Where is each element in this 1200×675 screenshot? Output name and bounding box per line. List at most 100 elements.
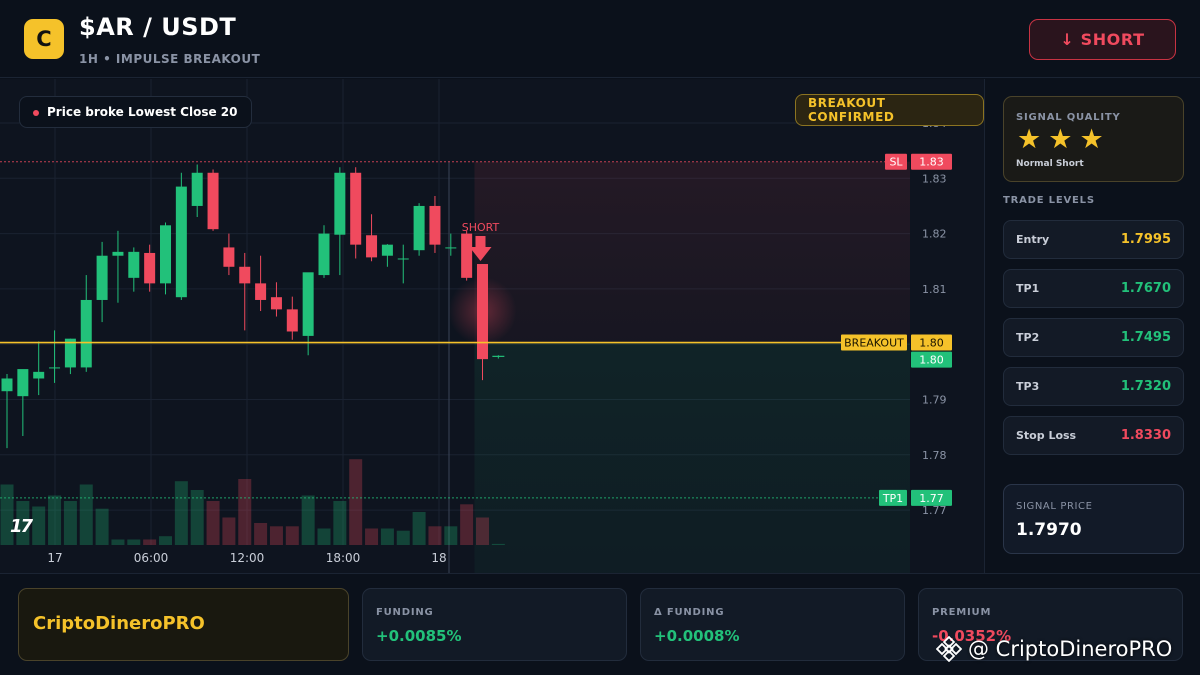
volume-bar — [95, 508, 109, 545]
candle-body — [112, 251, 124, 256]
alert-pill: Price broke Lowest Close 20 — [19, 96, 253, 128]
price-axis-label: 1.83 — [922, 172, 947, 185]
volume-bar — [491, 543, 505, 545]
candle-body — [350, 172, 362, 245]
metric-value: +0.0008% — [654, 627, 740, 645]
signal-price-title: SIGNAL PRICE — [1016, 501, 1093, 512]
signal-quality-label: Normal Short — [1016, 159, 1084, 169]
trade-level-name: Stop Loss — [1016, 429, 1077, 442]
time-axis-label: 18 — [431, 551, 446, 565]
price-axis-label: 1.82 — [922, 228, 947, 241]
time-axis-label: 06:00 — [134, 551, 169, 565]
volume-bar — [396, 530, 410, 545]
candle-body — [302, 272, 314, 336]
candle-body — [175, 186, 187, 298]
metric-card: Δ FUNDING +0.0008% — [640, 588, 905, 661]
price-axis-label: 1.77 — [922, 504, 947, 517]
tp1-tag: TP1 1.77 — [879, 489, 952, 506]
candle-body — [239, 266, 251, 284]
app-window: C $AR / USDT 1H • IMPULSE BREAKOUT ↓ SHO… — [0, 0, 1200, 675]
candle-body — [207, 172, 219, 230]
short-signal-button[interactable]: ↓ SHORT — [1029, 19, 1176, 60]
volume-bar — [238, 479, 252, 545]
candle-body — [255, 283, 267, 300]
metric-title: PREMIUM — [932, 607, 992, 618]
signal-price-card: SIGNAL PRICE 1.7970 — [1003, 484, 1184, 554]
tp1-tag-value: 1.77 — [919, 492, 944, 505]
volume-bar — [428, 526, 442, 545]
candle-body — [366, 235, 378, 258]
stop-loss-tag-value: 1.83 — [919, 156, 944, 169]
candle-body — [413, 205, 425, 251]
last-price-tag: 1.80 — [911, 351, 952, 368]
trade-level-row: Entry 1.7995 — [1003, 220, 1184, 259]
stop-loss-tag: SL 1.83 — [885, 153, 952, 170]
trade-level-value: 1.7320 — [1120, 379, 1171, 394]
volume-bar — [269, 526, 283, 545]
price-chart[interactable]: SHORT1.841.831.821.811.801.791.781.77SL1… — [0, 79, 985, 573]
signal-price-value: 1.7970 — [1016, 520, 1082, 540]
stop-loss-zone — [474, 161, 910, 343]
volume-bar — [412, 512, 426, 545]
trade-level-name: TP1 — [1016, 282, 1040, 295]
volume-bar — [365, 528, 379, 545]
binance-logo-icon — [936, 636, 962, 662]
time-axis-label: 17 — [47, 551, 62, 565]
candle-body — [223, 247, 235, 267]
volume-bar — [63, 501, 77, 545]
candle-body — [477, 264, 488, 360]
trade-level-row: TP2 1.7495 — [1003, 318, 1184, 357]
volume-bar — [476, 517, 489, 545]
trade-level-value: 1.7495 — [1120, 330, 1171, 345]
trade-level-name: TP2 — [1016, 331, 1040, 344]
candle-body — [286, 309, 298, 332]
tp1-tag-label: TP1 — [882, 492, 903, 505]
volume-bar — [174, 481, 188, 545]
volume-bar — [127, 539, 141, 545]
metric-value: +0.0085% — [376, 627, 462, 645]
volume-bar — [317, 528, 331, 545]
candle-body — [128, 251, 140, 278]
header: C $AR / USDT 1H • IMPULSE BREAKOUT ↓ SHO… — [0, 0, 1200, 78]
brand-name: CriptoDineroPRO — [33, 613, 205, 634]
volume-bar — [349, 459, 363, 545]
volume-bar — [48, 495, 62, 545]
volume-bar — [111, 539, 125, 545]
metric-title: Δ FUNDING — [654, 607, 725, 618]
price-axis-label: 1.79 — [922, 394, 947, 407]
quality-stars: ★ ★ ★ — [1017, 124, 1104, 156]
volume-bar — [380, 528, 394, 545]
volume-bar — [79, 484, 93, 545]
time-axis-label: 18:00 — [326, 551, 361, 565]
volume-bar — [285, 526, 299, 545]
candle-body — [334, 172, 346, 235]
trade-level-row: TP3 1.7320 — [1003, 367, 1184, 406]
trade-level-name: Entry — [1016, 233, 1050, 246]
volume-bar — [333, 501, 347, 545]
volume-bar — [254, 523, 268, 545]
trade-level-row: Stop Loss 1.8330 — [1003, 416, 1184, 455]
price-axis-label: 1.81 — [922, 283, 947, 296]
volume-bar — [222, 517, 236, 545]
signal-quality-title: SIGNAL QUALITY — [1016, 112, 1121, 123]
candle-body — [397, 258, 409, 260]
watermark: @ CriptoDineroPRO — [936, 634, 1172, 664]
candle-body — [96, 255, 108, 300]
signal-sidebar: SIGNAL QUALITY ★ ★ ★ Normal Short TRADE LE… — [986, 79, 1200, 573]
candle-body — [1, 378, 13, 392]
short-marker-label: SHORT — [462, 221, 500, 234]
candle-body — [381, 244, 393, 256]
volume-bar — [143, 539, 157, 545]
breakout-tag-label: BREAKOUT — [844, 337, 904, 350]
tradingview-logo-icon[interactable]: 17 — [10, 516, 46, 537]
candle-body — [49, 367, 61, 369]
star-icon: ★ — [1017, 124, 1042, 155]
breakout-tag-value: 1.80 — [919, 337, 944, 350]
candlestick-chart[interactable]: SHORT1.841.831.821.811.801.791.781.77SL1… — [0, 79, 985, 573]
price-axis-label: 1.78 — [922, 449, 947, 462]
metric-card: FUNDING +0.0085% — [362, 588, 627, 661]
brand-card: CriptoDineroPRO — [18, 588, 349, 661]
candle-body — [160, 225, 171, 284]
trade-level-value: 1.8330 — [1120, 428, 1171, 443]
candle-body — [429, 205, 441, 245]
